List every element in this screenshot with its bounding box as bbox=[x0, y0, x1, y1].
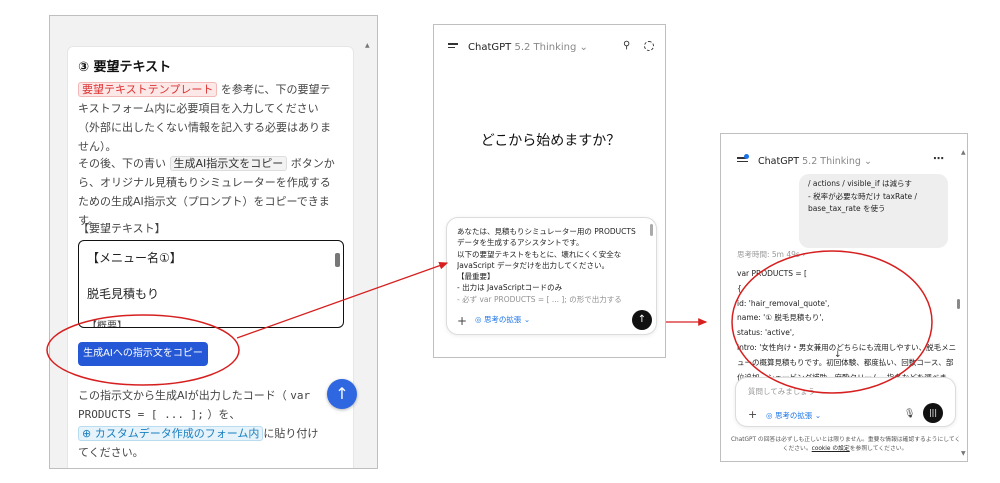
message-line: - 税率が必要な時だけ taxRate / bbox=[808, 191, 918, 201]
template-link[interactable]: 要望テキストテンプレート bbox=[78, 82, 218, 97]
custom-data-form-link[interactable]: ⊕ カスタムデータ作成のフォーム内 bbox=[78, 426, 264, 441]
notification-dot-icon bbox=[744, 154, 749, 159]
copy-prompt-button[interactable]: 生成AIへの指示文をコピー bbox=[78, 342, 208, 366]
prompt-line: - 出力は JavaScriptコードのみ bbox=[457, 283, 563, 293]
textarea-scrollbar[interactable] bbox=[335, 253, 340, 267]
code-line: intro: '女性向け・男女兼用のどちらにも流用しやすい、脱毛メニューの概算見… bbox=[737, 342, 957, 382]
add-person-icon[interactable]: ⚲ bbox=[623, 40, 630, 51]
greeting-heading: どこから始めますか？ bbox=[480, 133, 621, 149]
paragraph-text: この指示文から生成AIが出力したコード（ bbox=[78, 389, 291, 402]
model-selector[interactable]: ChatGPT 5.2 Thinking ⌄ bbox=[468, 42, 588, 53]
microphone-icon[interactable]: 🎙 bbox=[904, 409, 915, 419]
textarea-line: 【概要】 bbox=[87, 321, 127, 328]
code-line: var PRODUCTS = [ bbox=[737, 269, 807, 278]
scroll-down-icon[interactable]: ↓ bbox=[834, 350, 842, 360]
message-line: base_tax_rate を使う bbox=[808, 204, 886, 213]
disclaimer-fragment: ください。 bbox=[782, 445, 812, 452]
code-line: id: 'hair_removal_quote', bbox=[737, 298, 830, 308]
prompt-text[interactable]: あなたは、見積もりシミュレーター用の PRODUCTS データを生成するアシスタ… bbox=[457, 226, 643, 308]
prompt-input-box[interactable]: あなたは、見積もりシミュレーター用の PRODUCTS データを生成するアシスタ… bbox=[446, 217, 657, 335]
model-selector[interactable]: ChatGPT 5.2 Thinking ⌄ bbox=[758, 156, 872, 167]
instruction-paragraph-3: この指示文から生成AIが出力したコード（ var PRODUCTS = [ ..… bbox=[78, 386, 323, 462]
chat-scrollbar[interactable] bbox=[957, 299, 960, 309]
extended-thinking-toggle[interactable]: ◎ 思考の拡張 ⌄ bbox=[766, 410, 821, 421]
menu-icon[interactable] bbox=[448, 43, 458, 50]
disclaimer-line: ChatGPT の回答は必ずしも正しいとは限りません。重要な情報は確認するように… bbox=[731, 437, 959, 443]
more-options-icon[interactable]: ⋯ bbox=[933, 152, 944, 165]
instruction-panel: ▲ ③ 要望テキスト 要望テキストテンプレート を参考に、下の要望テキストフォー… bbox=[49, 15, 378, 469]
code-line: name: '① 脱毛見積もり', bbox=[737, 313, 824, 323]
message-line: / actions / visible_if は減らす bbox=[808, 179, 912, 188]
plus-icon[interactable]: + bbox=[457, 314, 467, 328]
model-version: 5.2 Thinking ⌄ bbox=[514, 42, 588, 53]
plus-icon[interactable]: + bbox=[748, 408, 757, 421]
scroll-up-arrow-icon[interactable]: ▲ bbox=[365, 42, 370, 49]
textarea-line: 脱毛見積もり bbox=[87, 287, 160, 301]
disclaimer-text: ChatGPT の回答は必ずしも正しいとは限りません。重要な情報は確認するように… bbox=[731, 436, 959, 453]
temporary-chat-icon[interactable] bbox=[644, 41, 654, 51]
link-label: カスタムデータ作成のフォーム内 bbox=[94, 427, 260, 440]
send-button[interactable]: ↑ bbox=[632, 310, 652, 330]
copy-button-reference: 生成AI指示文をコピー bbox=[169, 156, 288, 171]
section-title: ③ 要望テキスト bbox=[78, 60, 172, 75]
paragraph-text: その後、下の青い bbox=[78, 157, 170, 170]
user-message-bubble: / actions / visible_if は減らす - 税率が必要な時だけ … bbox=[799, 174, 948, 248]
chatgpt-response-window: ChatGPT 5.2 Thinking ⌄ ⋯ ▲ / actions / v… bbox=[720, 133, 968, 462]
app-name: ChatGPT bbox=[758, 156, 800, 167]
request-textarea[interactable]: 【メニュー名①】 脱毛見積もり 【概要】 bbox=[78, 240, 344, 328]
paragraph-text: ）を、 bbox=[203, 408, 241, 421]
prompt-input-field[interactable]: 質問してみましょう bbox=[748, 386, 815, 397]
extended-thinking-toggle[interactable]: ◎ 思考の拡張 ⌄ bbox=[475, 314, 530, 325]
cookie-settings-link[interactable]: cookie の設定 bbox=[812, 446, 850, 452]
chatgpt-new-chat-window: ChatGPT 5.2 Thinking ⌄ ⚲ どこから始めますか？ あなたは… bbox=[433, 24, 666, 358]
input-scrollbar[interactable] bbox=[650, 224, 653, 236]
code-line: status: 'active', bbox=[737, 328, 795, 338]
response-code: var PRODUCTS = [ { id: 'hair_removal_quo… bbox=[737, 267, 959, 382]
app-name: ChatGPT bbox=[468, 42, 512, 53]
disclaimer-line: ください。cookie の設定を参照してください。 bbox=[731, 445, 959, 454]
scroll-up-arrow-icon[interactable]: ▲ bbox=[961, 149, 966, 156]
disclaimer-fragment: を参照してください。 bbox=[849, 445, 908, 452]
request-text-label: 【要望テキスト】 bbox=[78, 222, 166, 235]
instruction-paragraph-1: 要望テキストテンプレート を参考に、下の要望テキストフォーム内に必要項目を入力し… bbox=[78, 80, 338, 156]
prompt-line: 【最重要】 bbox=[457, 272, 495, 282]
prompt-line: 以下の要望テキストをもとに、壊れにくく安全な JavaScript データだけを… bbox=[457, 249, 622, 270]
prompt-line: - 必ず var PRODUCTS = [ ... ]; の形で出力する bbox=[457, 294, 622, 304]
thinking-label: 思考の拡張 ⌄ bbox=[774, 411, 822, 420]
code-line: { bbox=[737, 283, 742, 293]
prompt-line: あなたは、見積もりシミュレーター用の PRODUCTS データを生成するアシスタ… bbox=[457, 227, 636, 248]
voice-mode-button[interactable]: ||| bbox=[923, 403, 943, 423]
scroll-to-top-button[interactable]: ↑ bbox=[327, 379, 357, 409]
thinking-label: 思考の拡張 ⌄ bbox=[483, 315, 531, 324]
thinking-time-toggle[interactable]: 思考時間: 5m 49s › bbox=[737, 249, 805, 260]
textarea-line: 【メニュー名①】 bbox=[87, 251, 182, 265]
model-version: 5.2 Thinking ⌄ bbox=[802, 156, 872, 167]
prompt-input-box[interactable]: 質問してみましょう + ◎ 思考の拡張 ⌄ 🎙 ||| bbox=[735, 377, 956, 427]
scroll-down-arrow-icon[interactable]: ▼ bbox=[961, 450, 966, 457]
